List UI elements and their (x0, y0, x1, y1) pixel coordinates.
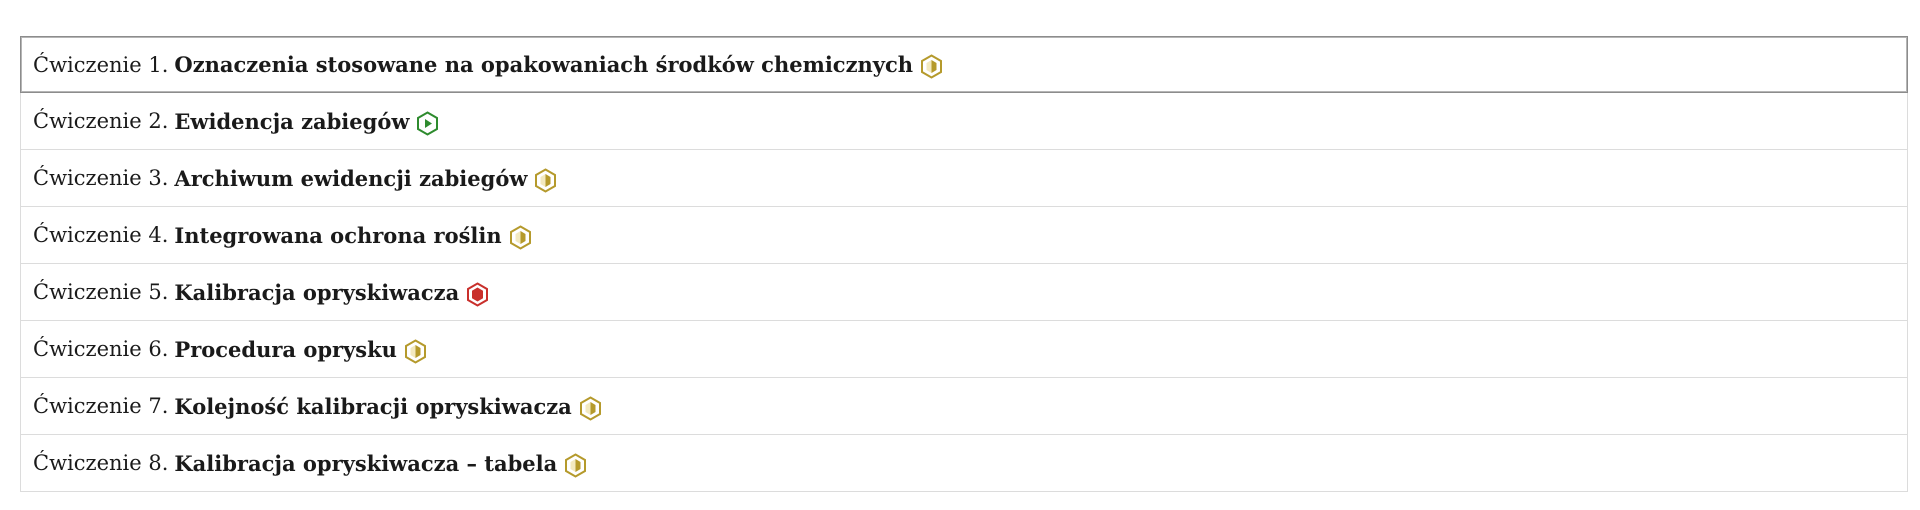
half-hexagon-icon (534, 167, 557, 193)
exercise-item-6[interactable]: Ćwiczenie 6. Procedura oprysku (20, 321, 1908, 378)
exercise-title: Archiwum ewidencji zabiegów (174, 165, 528, 191)
half-hexagon-icon (920, 54, 943, 79)
half-hexagon-icon (509, 224, 532, 250)
exercise-prefix: Ćwiczenie 7. (33, 394, 169, 418)
exercise-item-1[interactable]: Ćwiczenie 1. Oznaczenia stosowane na opak… (20, 36, 1908, 93)
exercise-item-8[interactable]: Ćwiczenie 8. Kalibracja opryskiwacza – ta… (20, 435, 1908, 492)
exercise-item-2[interactable]: Ćwiczenie 2. Ewidencja zabiegów (20, 93, 1908, 150)
exercise-prefix: Ćwiczenie 4. (33, 223, 169, 247)
exercise-item-7[interactable]: Ćwiczenie 7. Kolejność kalibracji opryski… (20, 378, 1908, 435)
exercise-prefix: Ćwiczenie 8. (33, 451, 169, 475)
exercise-title: Integrowana ochrona roślin (174, 222, 502, 248)
half-hexagon-icon (564, 452, 587, 478)
exercise-prefix: Ćwiczenie 6. (33, 337, 169, 361)
exercise-title: Kalibracja opryskiwacza (174, 279, 460, 305)
half-hexagon-icon (404, 338, 427, 364)
filled-hexagon-icon (466, 281, 489, 307)
exercise-item-4[interactable]: Ćwiczenie 4. Integrowana ochrona roślin (20, 207, 1908, 264)
exercise-item-3[interactable]: Ćwiczenie 3. Archiwum ewidencji zabiegów (20, 150, 1908, 207)
exercise-title: Ewidencja zabiegów (174, 108, 410, 134)
exercise-prefix: Ćwiczenie 1. (33, 52, 169, 77)
exercise-item-5[interactable]: Ćwiczenie 5. Kalibracja opryskiwacza (20, 264, 1908, 321)
play-hexagon-icon (416, 110, 439, 136)
exercise-list: Ćwiczenie 1. Oznaczenia stosowane na opak… (20, 36, 1908, 492)
exercise-title: Oznaczenia stosowane na opakowaniach śro… (174, 52, 914, 77)
exercise-title: Procedura oprysku (174, 336, 397, 362)
exercise-prefix: Ćwiczenie 3. (33, 166, 169, 190)
exercise-prefix: Ćwiczenie 5. (33, 280, 169, 304)
exercise-prefix: Ćwiczenie 2. (33, 109, 169, 133)
half-hexagon-icon (579, 395, 602, 421)
exercise-title: Kolejność kalibracji opryskiwacza (174, 393, 572, 419)
exercise-title: Kalibracja opryskiwacza – tabela (174, 450, 558, 476)
